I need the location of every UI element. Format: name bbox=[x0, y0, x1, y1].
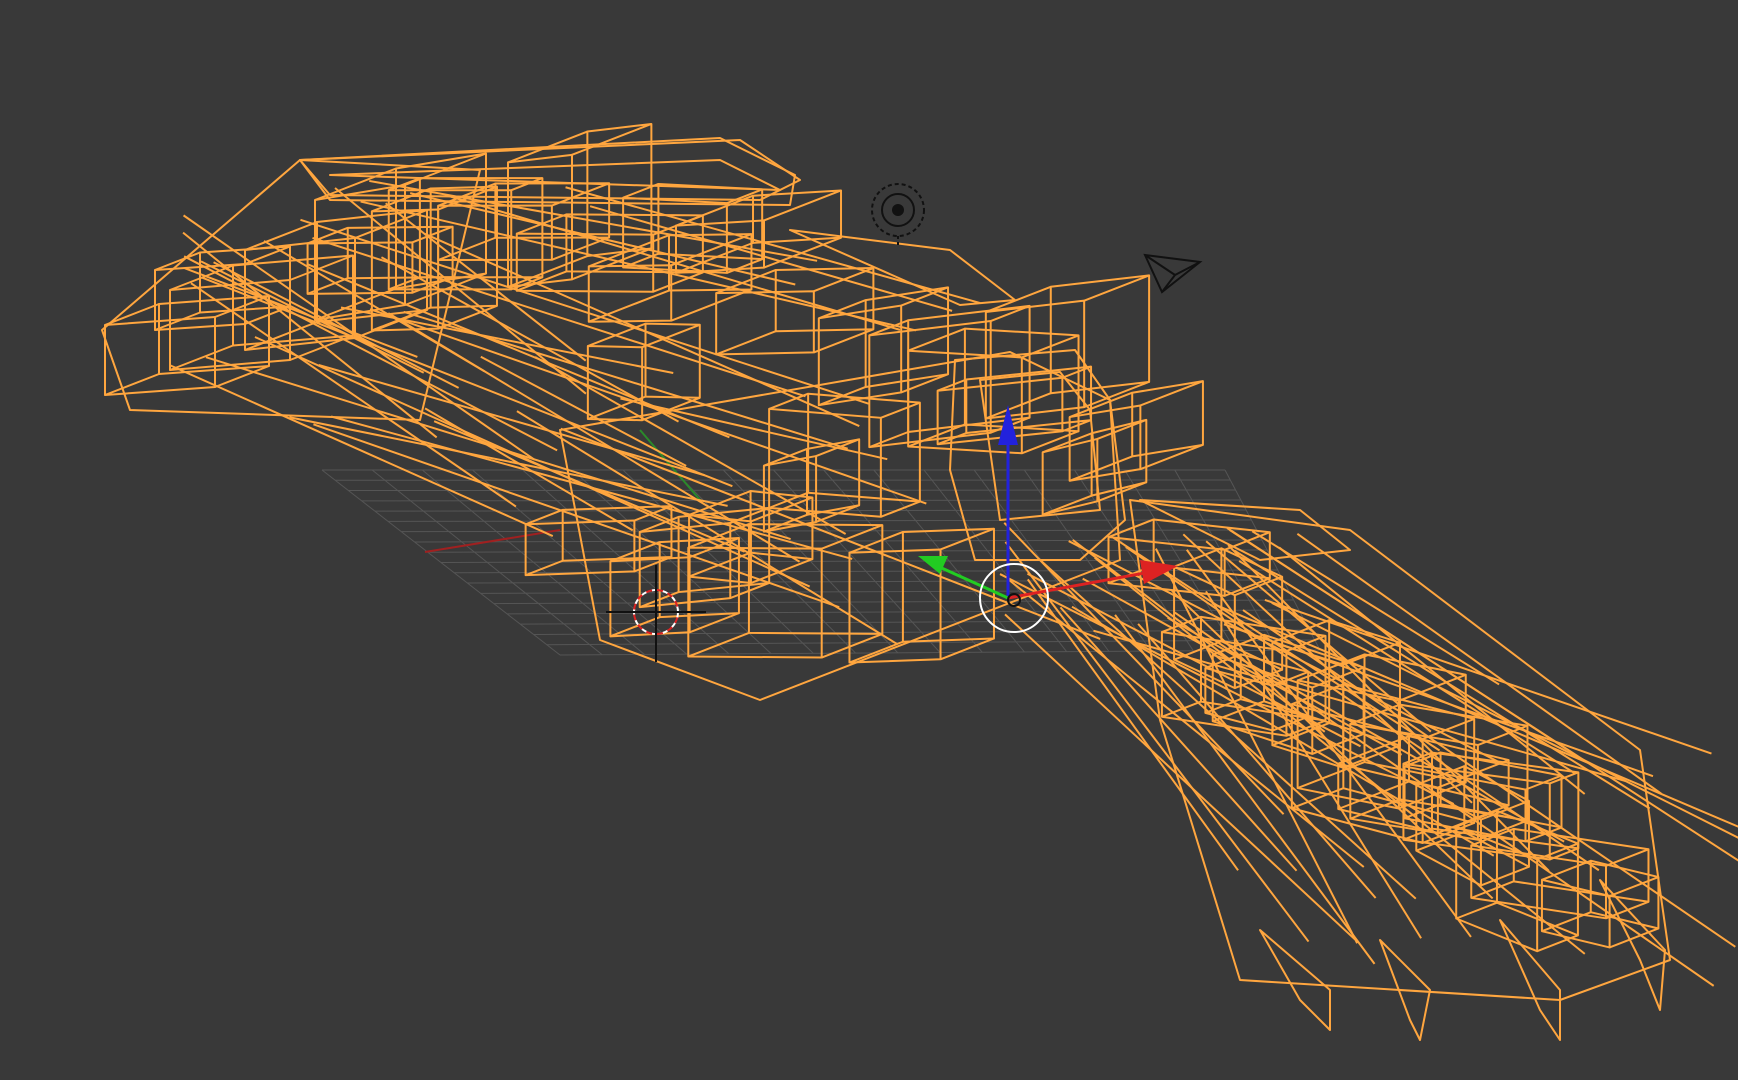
mesh-edge bbox=[1140, 380, 1204, 407]
grid-x-axis-line bbox=[424, 529, 561, 553]
mesh-edge bbox=[880, 401, 921, 419]
mesh-edge bbox=[641, 323, 701, 349]
mesh-face bbox=[1131, 380, 1204, 458]
mesh-edge bbox=[1069, 455, 1133, 482]
mesh-prong bbox=[1259, 929, 1331, 1031]
mesh-edge bbox=[726, 258, 763, 274]
lamp-icon[interactable] bbox=[871, 183, 925, 248]
mesh-edge bbox=[813, 328, 874, 354]
mesh-edge bbox=[525, 559, 564, 577]
mesh-edge bbox=[1140, 443, 1204, 471]
mesh-edge bbox=[1541, 911, 1592, 933]
mesh-edge bbox=[369, 308, 927, 505]
mesh-edge bbox=[424, 407, 634, 532]
mesh-face bbox=[907, 304, 1031, 433]
mesh-edge bbox=[763, 448, 808, 467]
mesh-edge bbox=[1093, 629, 1627, 783]
mesh-edge bbox=[687, 631, 750, 658]
mesh-edge bbox=[313, 423, 840, 609]
mesh-edge bbox=[480, 355, 687, 467]
mesh-edge bbox=[849, 640, 904, 664]
mesh-edge bbox=[201, 276, 733, 488]
mesh-edge bbox=[821, 524, 883, 550]
mesh-face bbox=[817, 304, 903, 407]
manipulator-z-arrow bbox=[998, 405, 1018, 445]
mesh-prong bbox=[1499, 919, 1561, 1041]
mesh-edge bbox=[182, 231, 438, 439]
mesh-edge bbox=[940, 637, 995, 661]
wireframe-mesh[interactable] bbox=[101, 122, 1738, 1041]
mesh-edge bbox=[1004, 541, 1310, 943]
mesh-edge bbox=[1609, 876, 1659, 897]
mesh-edge bbox=[1455, 901, 1498, 920]
mesh-face bbox=[524, 519, 636, 577]
mesh-edge bbox=[715, 330, 777, 356]
mesh-face bbox=[774, 267, 875, 333]
3d-viewport[interactable] bbox=[0, 0, 1738, 1080]
viewport-canvas[interactable] bbox=[0, 0, 1738, 1080]
mesh-edge bbox=[670, 288, 752, 322]
transform-manipulator-icon[interactable] bbox=[918, 405, 1178, 633]
mesh-face bbox=[984, 299, 1086, 420]
camera-icon[interactable] bbox=[1143, 253, 1203, 294]
mesh-edge bbox=[907, 327, 966, 352]
mesh-edge bbox=[525, 508, 564, 526]
mesh-face bbox=[864, 286, 950, 388]
mesh-edge bbox=[880, 500, 921, 518]
